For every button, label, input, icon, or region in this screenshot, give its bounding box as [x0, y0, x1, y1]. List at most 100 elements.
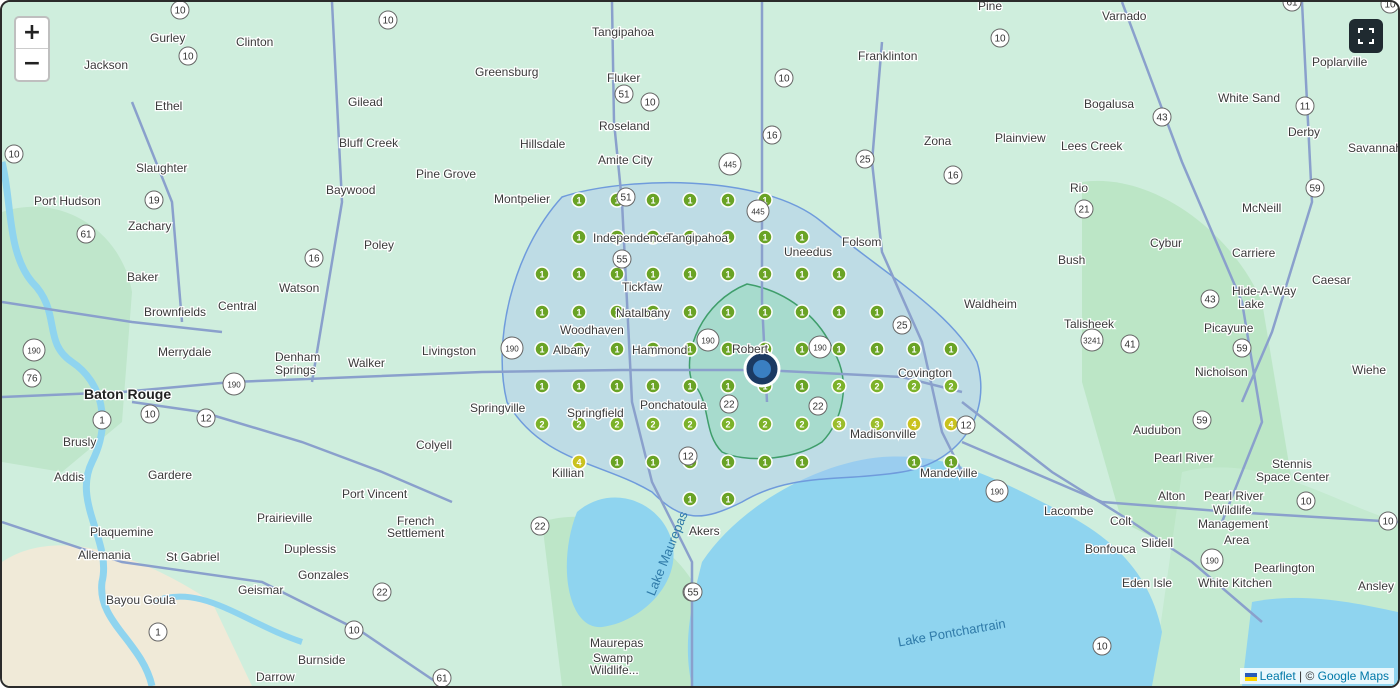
- location-center-marker[interactable]: [743, 350, 781, 388]
- zone-marker[interactable]: 1: [571, 378, 587, 394]
- zone-marker[interactable]: 1: [757, 229, 773, 245]
- place-label: Central: [218, 299, 257, 313]
- zone-marker[interactable]: 1: [720, 266, 736, 282]
- zone-marker-count: 2: [650, 420, 655, 430]
- zone-marker[interactable]: 1: [534, 304, 550, 320]
- zone-marker[interactable]: 1: [794, 341, 810, 357]
- route-shield: 10: [378, 10, 398, 30]
- google-maps-link[interactable]: Google Maps: [1318, 669, 1389, 683]
- zone-marker[interactable]: 1: [831, 304, 847, 320]
- zone-marker[interactable]: 1: [682, 304, 698, 320]
- place-label: Poplarville: [1312, 55, 1368, 69]
- zone-marker[interactable]: 3: [831, 416, 847, 432]
- route-shield: 43: [1200, 289, 1220, 309]
- place-label: Eden Isle: [1122, 576, 1172, 590]
- zone-marker-count: 1: [539, 308, 544, 318]
- route-shield-number: 190: [990, 488, 1004, 497]
- zone-marker[interactable]: 1: [645, 378, 661, 394]
- zone-marker[interactable]: 1: [609, 341, 625, 357]
- zone-marker[interactable]: 2: [534, 416, 550, 432]
- place-label: Alton: [1158, 489, 1185, 503]
- place-label: Mandeville: [920, 466, 978, 480]
- zone-marker[interactable]: 1: [720, 192, 736, 208]
- zone-marker[interactable]: 1: [720, 491, 736, 507]
- fullscreen-button[interactable]: [1349, 19, 1383, 53]
- zone-marker[interactable]: 2: [720, 416, 736, 432]
- zone-marker[interactable]: 1: [534, 341, 550, 357]
- place-label: White Kitchen: [1198, 576, 1272, 590]
- zone-marker[interactable]: 1: [943, 341, 959, 357]
- place-label: Waldheim: [964, 297, 1017, 311]
- place-label: Robert: [732, 342, 769, 356]
- route-shield: 51: [614, 84, 634, 104]
- zone-marker[interactable]: 1: [609, 266, 625, 282]
- zone-marker[interactable]: 1: [906, 454, 922, 470]
- zone-marker[interactable]: 1: [869, 341, 885, 357]
- zone-marker[interactable]: 1: [794, 229, 810, 245]
- route-shield: 1: [148, 622, 168, 642]
- zone-marker[interactable]: 4: [943, 416, 959, 432]
- zone-marker-count: 1: [799, 345, 804, 355]
- zone-marker[interactable]: 2: [682, 416, 698, 432]
- zone-marker[interactable]: 1: [645, 192, 661, 208]
- zone-marker[interactable]: 1: [831, 266, 847, 282]
- route-shield: 10: [344, 620, 364, 640]
- zone-marker[interactable]: 1: [645, 454, 661, 470]
- zone-marker[interactable]: 1: [571, 229, 587, 245]
- zone-marker[interactable]: 1: [571, 304, 587, 320]
- map-canvas[interactable]: 1 1 1 1 1 11 1 1 1 1 1 11 1 1 1 1 1 1 1 11 1 1 1 1 1 1 1 1 11 1 1 1 1 1 1 1…: [2, 2, 1398, 686]
- zone-marker-count: 2: [539, 420, 544, 430]
- route-shield: 19: [144, 190, 164, 210]
- zone-marker[interactable]: 1: [571, 266, 587, 282]
- zone-marker[interactable]: 1: [682, 491, 698, 507]
- zone-marker-count: 1: [762, 233, 767, 243]
- zoom-out-button[interactable]: −: [16, 49, 48, 79]
- leaflet-link[interactable]: Leaflet: [1260, 669, 1296, 683]
- zone-marker[interactable]: 1: [794, 454, 810, 470]
- route-shield-number: 445: [751, 208, 765, 217]
- zone-marker[interactable]: 1: [609, 378, 625, 394]
- zone-marker[interactable]: 1: [534, 378, 550, 394]
- zone-marker[interactable]: 1: [757, 304, 773, 320]
- route-shield-number: 19: [148, 196, 160, 207]
- route-shield-number: 43: [1204, 295, 1216, 306]
- zone-marker[interactable]: 2: [794, 416, 810, 432]
- zone-marker[interactable]: 1: [682, 378, 698, 394]
- zone-marker[interactable]: 2: [757, 416, 773, 432]
- route-shield: 21: [1074, 199, 1094, 219]
- zone-marker[interactable]: 1: [645, 266, 661, 282]
- zone-marker[interactable]: 1: [720, 454, 736, 470]
- place-label: Savannah: [1348, 141, 1398, 155]
- zone-marker[interactable]: 1: [794, 266, 810, 282]
- zone-marker[interactable]: 1: [534, 266, 550, 282]
- route-shield: 10: [640, 92, 660, 112]
- place-label: Wiehe: [1352, 363, 1386, 377]
- zone-marker[interactable]: 2: [943, 378, 959, 394]
- zone-marker[interactable]: 1: [720, 304, 736, 320]
- zone-marker[interactable]: 1: [609, 454, 625, 470]
- zone-marker[interactable]: 1: [831, 341, 847, 357]
- zone-marker[interactable]: 1: [720, 378, 736, 394]
- zone-marker-count: 2: [799, 420, 804, 430]
- route-shield: 190: [1200, 548, 1224, 572]
- flag-icon: [1244, 672, 1257, 681]
- route-shield-number: 190: [813, 344, 827, 353]
- zone-marker[interactable]: 1: [682, 192, 698, 208]
- zone-marker[interactable]: 1: [869, 304, 885, 320]
- zone-marker[interactable]: 1: [571, 192, 587, 208]
- zone-marker[interactable]: 2: [906, 378, 922, 394]
- zone-marker[interactable]: 1: [757, 454, 773, 470]
- zone-marker[interactable]: 1: [794, 378, 810, 394]
- place-label: Folsom: [842, 235, 881, 249]
- zone-marker[interactable]: 2: [869, 378, 885, 394]
- zone-marker[interactable]: 1: [682, 266, 698, 282]
- zoom-in-button[interactable]: +: [16, 18, 48, 49]
- place-label: Wildlife...: [590, 663, 639, 677]
- zone-marker[interactable]: 1: [794, 304, 810, 320]
- zone-marker-count: 1: [799, 382, 804, 392]
- zone-marker[interactable]: 1: [757, 266, 773, 282]
- zone-marker[interactable]: 1: [906, 341, 922, 357]
- place-label: St Gabriel: [166, 550, 219, 564]
- zone-marker[interactable]: 2: [831, 378, 847, 394]
- zone-marker[interactable]: 2: [645, 416, 661, 432]
